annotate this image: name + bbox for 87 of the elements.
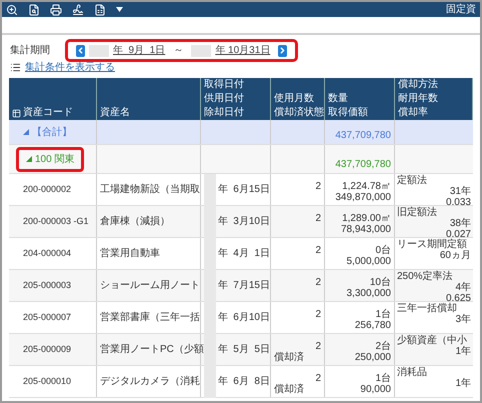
months-used: 2 [315,341,321,352]
acquisition-amount: 90,000 [360,384,391,395]
depreciation-status: 償却済 [274,352,305,363]
asset-code: 200-000003 -G1 [23,216,89,227]
redaction-block [191,44,212,56]
previous-button[interactable] [76,44,85,56]
asset-name: 営業部書庫（三年一括 [100,312,200,323]
useful-life: 3年 [455,314,471,325]
acquisition-date: 年 6月10日 [218,312,270,323]
depreciation-method: 250%定率法 [397,271,454,282]
depreciation-method: 旧定額法 [397,207,438,218]
redaction-block [89,44,109,56]
zoom-in-icon[interactable] [6,4,18,16]
table-icon [12,108,21,118]
acquisition-date: 年 4月 1日 [218,248,270,259]
months-used: 2 [315,373,321,384]
expand-triangle-icon[interactable] [23,129,29,135]
acquisition-date: 年 3月10日 [218,216,270,227]
months-used: 2 [315,213,321,224]
chevron-left-icon [76,46,85,55]
acquisition-date: 年 6月 8日 [218,376,270,387]
acquisition-amount: 5,000,000 [346,256,391,267]
depreciation-method: 三年一括償却 [397,303,458,314]
expand-triangle-icon[interactable] [26,156,32,162]
acquisition-amount: 349,870,000 [335,192,391,203]
useful-life: 38年 [450,218,471,229]
list-icon [10,62,21,73]
asset-code: 200-000002 [23,184,72,195]
start-date-link[interactable]: 年 9月 1日 [113,43,166,58]
asset-code: 205-000010 [23,376,72,387]
spreadsheet-icon[interactable] [94,4,106,16]
asset-code: 205-000007 [23,312,72,323]
depreciation-status: 償却済 [274,384,305,395]
depreciation-rate: 0.027 [446,229,471,240]
quantity: 0台 [375,245,391,256]
months-used: 2 [315,309,321,320]
useful-life: 1年 [455,378,471,389]
acquisition-date: 年 7月15日 [218,280,270,291]
signature-icon[interactable] [72,4,84,16]
acquisition-amount: 78,943,000 [340,224,391,235]
quantity: 1,289.00㎡ [342,213,391,224]
depreciation-method: 消耗品 [397,367,428,378]
acquisition-amount: 256,780 [354,320,391,331]
useful-life: 1年 [455,346,471,357]
print-icon[interactable] [50,4,62,16]
asset-code: 205-000009 [23,344,72,355]
period-label: 集計期間 [10,44,51,58]
group-label[interactable]: 100 関東 [35,152,74,166]
months-used: 2 [315,245,321,256]
quantity: 1台 [375,373,391,384]
total-amount: 437,709,780 [335,158,391,172]
asset-name: 営業用ノートPC（少額 [100,344,204,355]
months-used: 2 [315,277,321,288]
asset-name: 工場建物新設（当期取 [100,184,200,195]
depreciation-method: 少額資産（中小 [397,335,468,346]
range-separator: ～ [173,44,184,58]
acquisition-date: 年 6月15日 [218,184,270,195]
useful-life: 4年 [455,282,471,293]
asset-name: デジタルカメラ（消耗 [100,376,200,387]
acquisition-amount: 3,300,000 [346,288,391,299]
depreciation-rate: 0.033 [446,197,471,208]
asset-name: ショールーム用ノート [100,280,200,291]
depreciation-rate: 0.625 [446,293,471,304]
depreciation-method: リース期間定額 [397,239,468,250]
next-button[interactable] [278,44,288,56]
total-amount: 437,709,780 [335,129,391,143]
asset-name: 営業用自動車 [100,248,160,259]
months-used: 2 [315,181,321,192]
quantity: 1,224.78㎡ [342,181,391,192]
quantity: 10台 [370,277,391,288]
show-conditions-link[interactable]: 集計条件を表示する [25,60,115,75]
app-title: 固定資 [446,2,476,17]
dropdown-caret-icon[interactable] [116,7,123,12]
chevron-right-icon [278,46,288,55]
quantity: 2台 [375,341,391,352]
end-date-link[interactable]: 年 10月31日 [215,43,270,58]
depreciation-method: 定額法 [397,175,428,186]
search-icon[interactable] [28,4,40,16]
acquisition-amount: 250,000 [354,352,391,363]
asset-code: 205-000003 [23,280,72,291]
useful-life: 60ヵ月 [440,250,471,261]
quantity: 1台 [375,309,391,320]
useful-life: 31年 [450,186,471,197]
group-label[interactable]: 【合計】 [32,124,72,140]
asset-name: 倉庫棟（減損） [100,216,170,227]
acquisition-date: 年 5月 5日 [218,344,270,355]
asset-code: 204-000004 [23,248,72,259]
